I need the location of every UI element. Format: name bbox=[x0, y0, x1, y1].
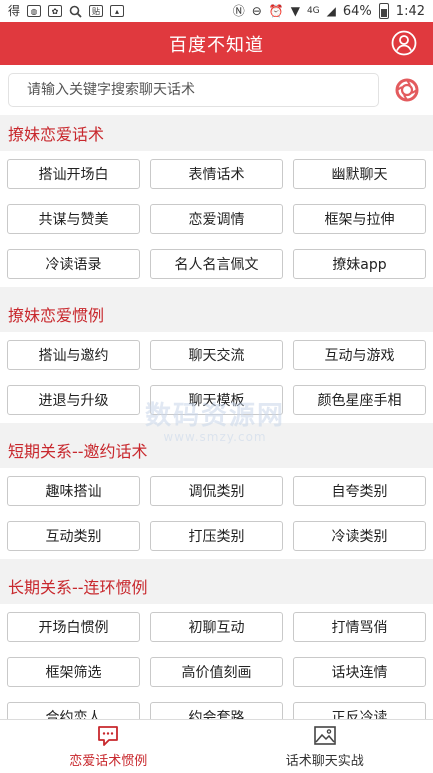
section-long-term: 长期关系--连环惯例 开场白惯例 初聊互动 打情骂俏 框架筛选 高价值刻画 话块… bbox=[0, 568, 433, 719]
category-chip[interactable]: 搭讪开场白 bbox=[7, 159, 140, 189]
category-grid: 搭讪与邀约 聊天交流 互动与游戏 进退与升级 聊天模板 颜色星座手相 bbox=[0, 332, 433, 423]
camera-button[interactable] bbox=[389, 72, 425, 108]
category-chip[interactable]: 互动与游戏 bbox=[293, 340, 426, 370]
tab-label: 恋爱话术惯例 bbox=[69, 753, 148, 769]
category-grid: 开场白惯例 初聊互动 打情骂俏 框架筛选 高价值刻画 话块连情 合约恋人 约会套… bbox=[0, 604, 433, 719]
category-chip[interactable]: 调侃类别 bbox=[150, 476, 283, 506]
baidu-paw-icon: ✿ bbox=[48, 5, 63, 17]
signal-icon: 4G bbox=[306, 5, 320, 16]
category-chip[interactable]: 正反冷读 bbox=[293, 702, 426, 719]
content-scroll-area[interactable]: 撩妹恋爱话术 搭讪开场白 表情话术 幽默聊天 共谋与赞美 恋爱调情 框架与拉伸 … bbox=[0, 115, 433, 719]
section-title: 短期关系--邀约话术 bbox=[0, 432, 433, 468]
section-title: 长期关系--连环惯例 bbox=[0, 568, 433, 604]
category-chip[interactable]: 表情话术 bbox=[150, 159, 283, 189]
section-flirt-scripts: 撩妹恋爱话术 搭讪开场白 表情话术 幽默聊天 共谋与赞美 恋爱调情 框架与拉伸 … bbox=[0, 115, 433, 287]
category-chip[interactable]: 初聊互动 bbox=[150, 612, 283, 642]
category-chip[interactable]: 话块连情 bbox=[293, 657, 426, 687]
category-chip[interactable]: 冷读语录 bbox=[7, 249, 140, 279]
section-title: 撩妹恋爱惯例 bbox=[0, 296, 433, 332]
section-flirt-routines: 撩妹恋爱惯例 搭讪与邀约 聊天交流 互动与游戏 进退与升级 聊天模板 颜色星座手… bbox=[0, 296, 433, 423]
category-grid: 搭讪开场白 表情话术 幽默聊天 共谋与赞美 恋爱调情 框架与拉伸 冷读语录 名人… bbox=[0, 151, 433, 287]
search-bar bbox=[0, 65, 433, 115]
category-chip[interactable]: 自夸类别 bbox=[293, 476, 426, 506]
user-profile-button[interactable] bbox=[391, 30, 417, 56]
tieba-icon: 贴 bbox=[89, 5, 104, 17]
category-chip[interactable]: 约会套路 bbox=[150, 702, 283, 719]
section-title: 撩妹恋爱话术 bbox=[0, 115, 433, 151]
tab-label: 话术聊天实战 bbox=[285, 753, 364, 769]
category-chip[interactable]: 开场白惯例 bbox=[7, 612, 140, 642]
category-chip[interactable]: 颜色星座手相 bbox=[293, 385, 426, 415]
category-chip[interactable]: 打情骂俏 bbox=[293, 612, 426, 642]
category-chip[interactable]: 框架与拉伸 bbox=[293, 204, 426, 234]
user-icon bbox=[391, 30, 417, 56]
category-chip[interactable]: 互动类别 bbox=[7, 521, 140, 551]
camera-icon bbox=[395, 78, 419, 102]
nfc-icon: Ⓝ bbox=[232, 4, 245, 18]
category-chip[interactable]: 恋爱调情 bbox=[150, 204, 283, 234]
tab-chat-practice[interactable]: 话术聊天实战 bbox=[217, 720, 433, 773]
category-chip[interactable]: 幽默聊天 bbox=[293, 159, 426, 189]
battery-percent: 64% bbox=[342, 3, 372, 19]
category-chip[interactable]: 搭讪与邀约 bbox=[7, 340, 140, 370]
category-chip[interactable]: 进退与升级 bbox=[7, 385, 140, 415]
search-icon bbox=[69, 5, 82, 18]
clock: 1:42 bbox=[395, 3, 425, 19]
wifi-icon: ▼ bbox=[290, 4, 300, 18]
category-chip[interactable]: 聊天交流 bbox=[150, 340, 283, 370]
category-chip[interactable]: 名人名言佩文 bbox=[150, 249, 283, 279]
status-bar-right: Ⓝ ⊖ ⏰ ▼ 4G ◢ 64% 1:42 bbox=[233, 3, 425, 19]
tab-flirt-routines[interactable]: 恋爱话术惯例 bbox=[0, 720, 217, 773]
status-bar: 得 ◍ ✿ 贴 ▴ Ⓝ ⊖ ⏰ ▼ 4G ◢ 64% 1:42 bbox=[0, 0, 433, 22]
search-input[interactable] bbox=[8, 73, 379, 107]
baidu-icon: ◍ bbox=[27, 5, 42, 17]
weibo-icon: 得 bbox=[8, 4, 21, 18]
category-grid: 趣味搭讪 调侃类别 自夸类别 互动类别 打压类别 冷读类别 bbox=[0, 468, 433, 559]
category-chip[interactable]: 聊天模板 bbox=[150, 385, 283, 415]
alarm-icon: ⏰ bbox=[268, 4, 284, 18]
dnd-icon: ⊖ bbox=[251, 4, 262, 18]
category-chip[interactable]: 合约恋人 bbox=[7, 702, 140, 719]
category-chip[interactable]: 冷读类别 bbox=[293, 521, 426, 551]
cell-signal-icon: ◢ bbox=[326, 4, 336, 18]
category-chip[interactable]: 高价值刻画 bbox=[150, 657, 283, 687]
category-chip[interactable]: 框架筛选 bbox=[7, 657, 140, 687]
chat-bubble-icon bbox=[98, 725, 119, 746]
app-header: 百度不知道 bbox=[0, 22, 433, 65]
picture-icon bbox=[313, 725, 336, 745]
category-chip[interactable]: 撩妹app bbox=[293, 249, 426, 279]
image-icon: ▴ bbox=[110, 5, 125, 17]
battery-icon bbox=[378, 3, 389, 19]
category-chip[interactable]: 趣味搭讪 bbox=[7, 476, 140, 506]
category-chip[interactable]: 共谋与赞美 bbox=[7, 204, 140, 234]
section-short-term: 短期关系--邀约话术 趣味搭讪 调侃类别 自夸类别 互动类别 打压类别 冷读类别 bbox=[0, 432, 433, 559]
status-bar-left: 得 ◍ ✿ 贴 ▴ bbox=[8, 4, 125, 18]
category-chip[interactable]: 打压类别 bbox=[150, 521, 283, 551]
bottom-tab-bar: 恋爱话术惯例 话术聊天实战 bbox=[0, 719, 433, 773]
app-title: 百度不知道 bbox=[169, 34, 264, 56]
